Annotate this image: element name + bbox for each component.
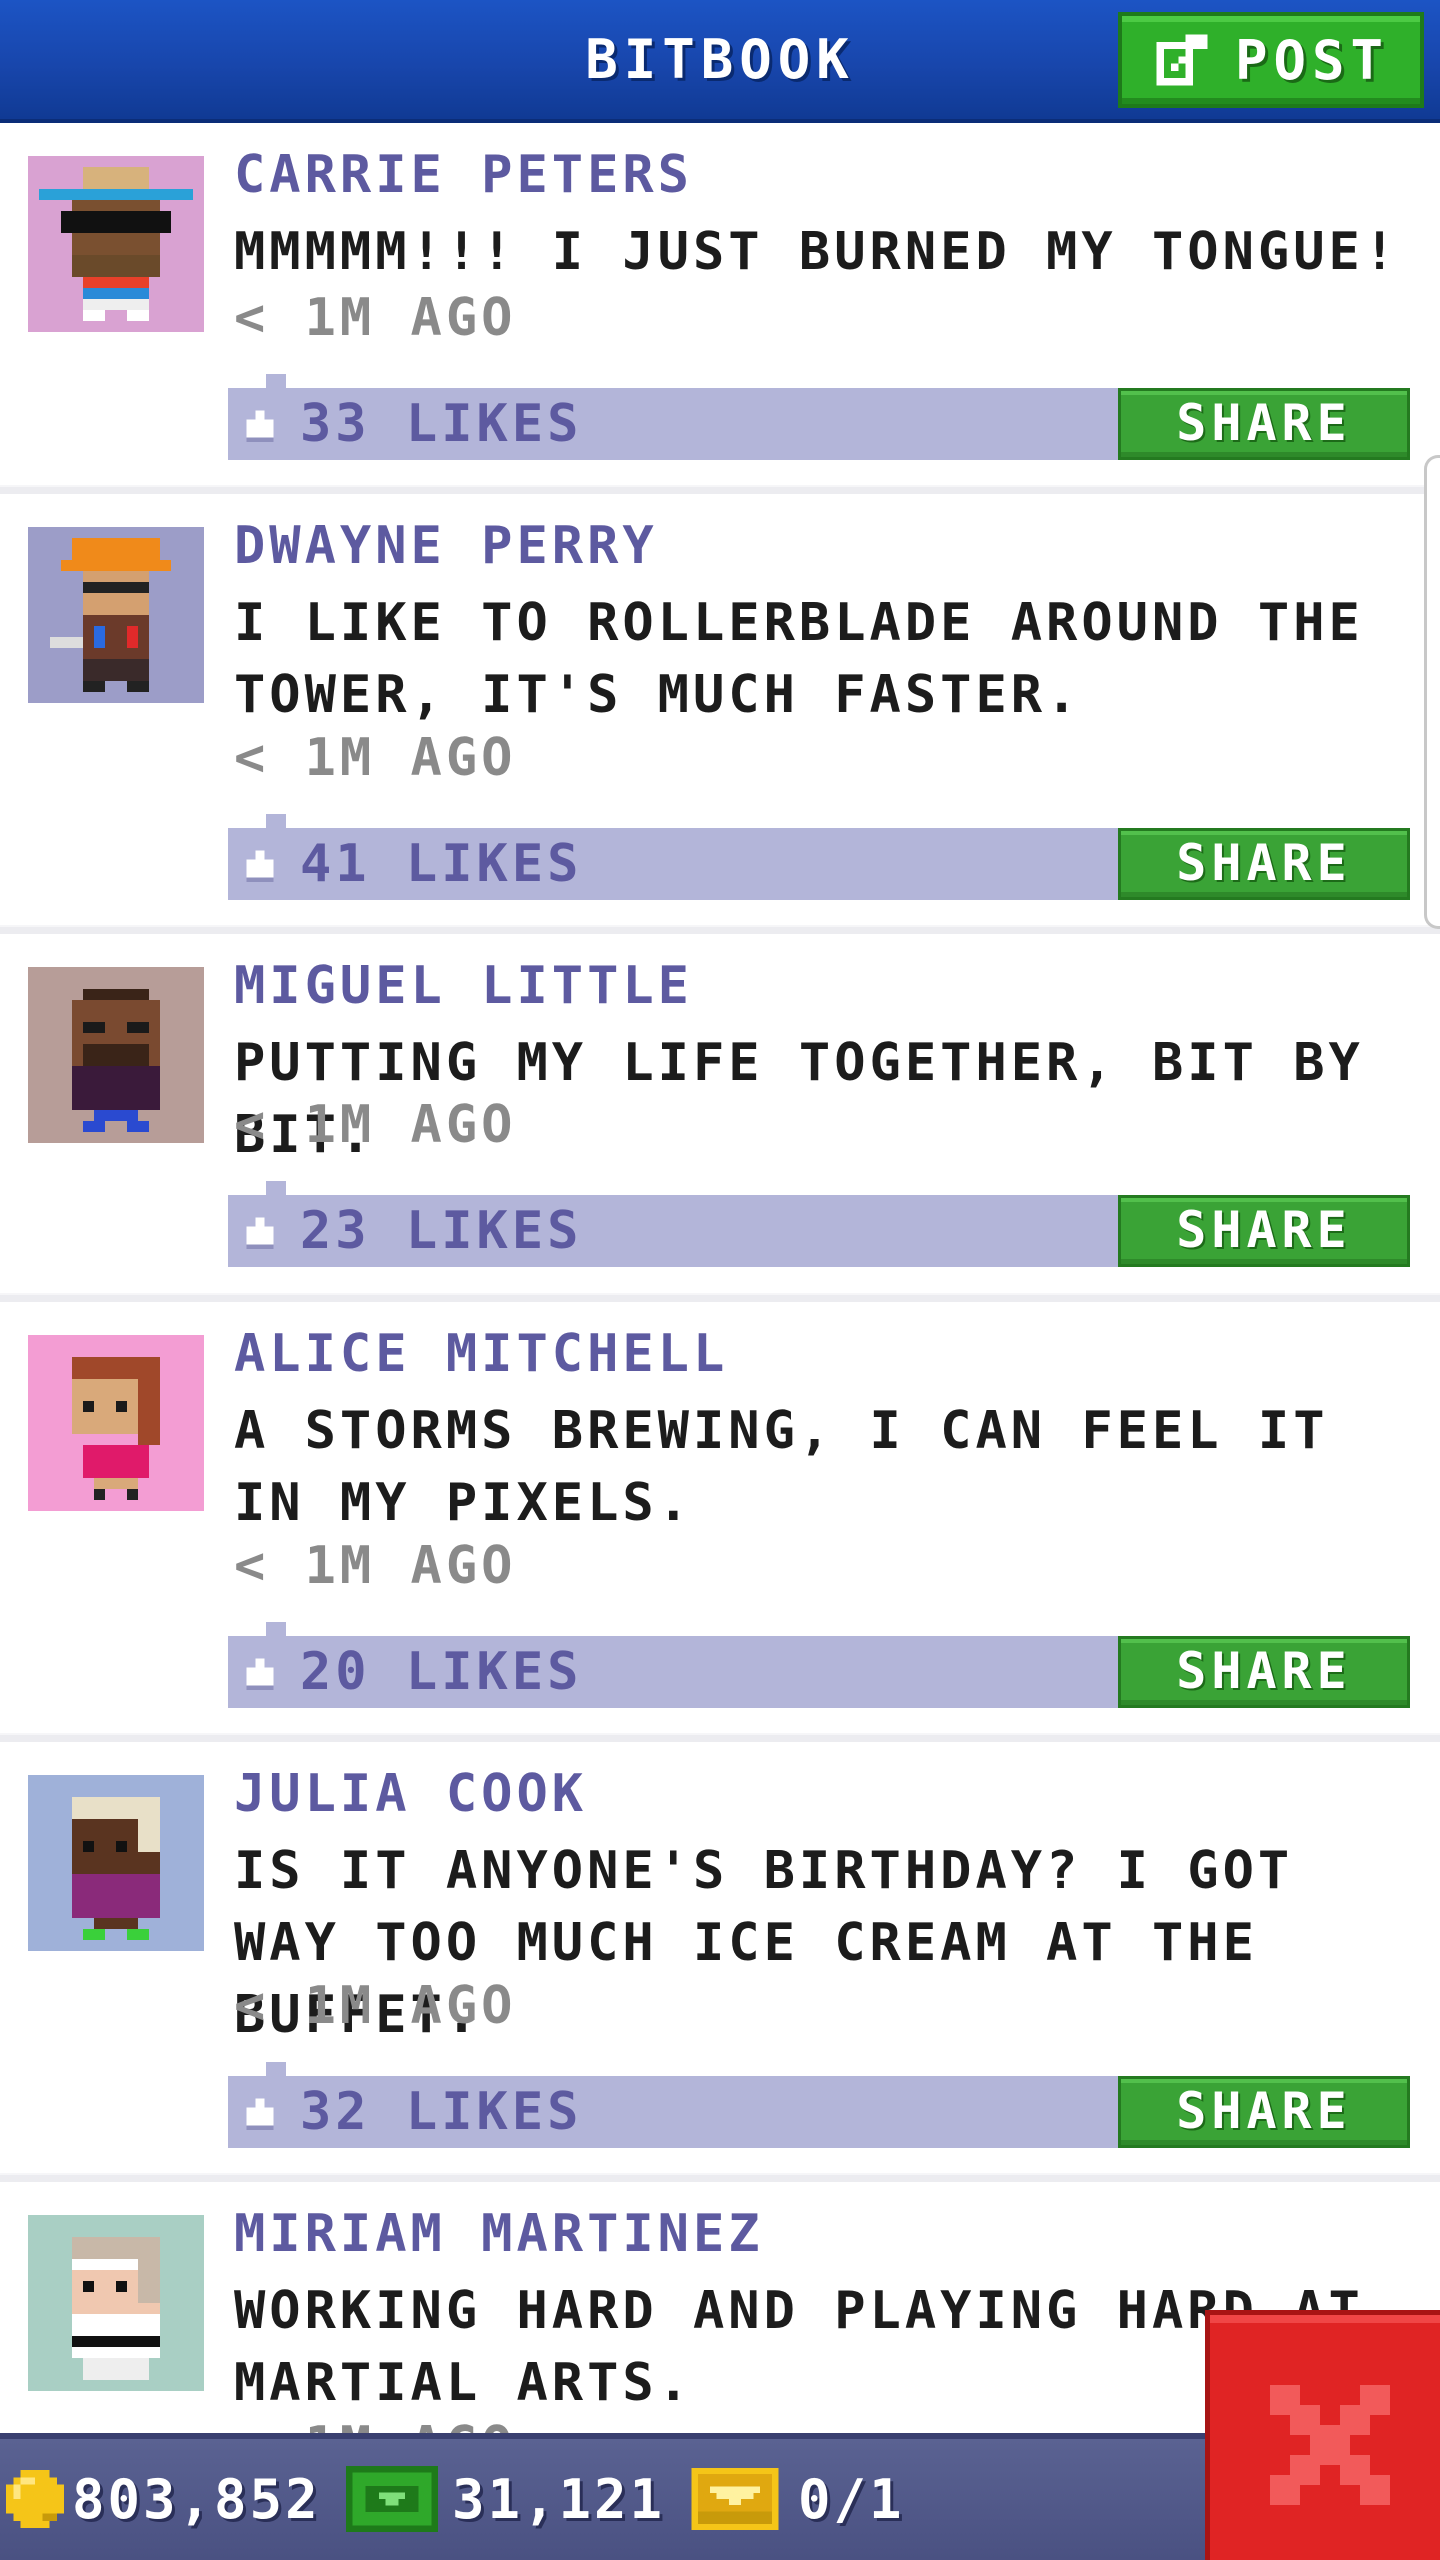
avatar[interactable] — [28, 967, 204, 1143]
ticket-count: 0/1 — [798, 2467, 905, 2531]
avatar[interactable] — [28, 527, 204, 703]
scrollbar[interactable] — [1424, 455, 1440, 929]
avatar[interactable] — [28, 1775, 204, 1951]
share-button[interactable]: SHARE — [1118, 388, 1410, 460]
divider — [0, 1733, 1440, 1742]
bux-count: 31,121 — [452, 2467, 666, 2531]
post-timestamp: < 1M AGO — [234, 1095, 517, 1155]
divider — [0, 925, 1440, 934]
coin-counter: 803,852 — [6, 2459, 321, 2539]
like-count: 41 LIKES — [300, 834, 583, 894]
feed-post: ALICE MITCHELL A STORMS BREWING, I CAN F… — [0, 1302, 1440, 1736]
bux-icon — [346, 2466, 438, 2532]
share-button[interactable]: SHARE — [1118, 1195, 1410, 1267]
author-name[interactable]: DWAYNE PERRY — [234, 516, 658, 576]
app-header: BITBOOK POST — [0, 0, 1440, 123]
avatar[interactable] — [28, 1335, 204, 1511]
post-button[interactable]: POST — [1118, 12, 1424, 108]
avatar[interactable] — [28, 2215, 204, 2391]
post-timestamp: < 1M AGO — [234, 288, 517, 348]
ticket-counter: 0/1 — [690, 2459, 905, 2539]
post-message: MMMMM!!! I JUST BURNED MY TONGUE! — [234, 222, 1400, 282]
coin-icon — [6, 2470, 64, 2528]
thumbs-up-icon — [246, 410, 274, 442]
post-timestamp: < 1M AGO — [234, 728, 517, 788]
coin-count: 803,852 — [72, 2467, 321, 2531]
divider — [0, 1293, 1440, 1302]
close-button[interactable] — [1205, 2310, 1440, 2560]
share-button[interactable]: SHARE — [1118, 828, 1410, 900]
post-message: I LIKE TO ROLLERBLADE AROUND THE TOWER, … — [234, 593, 1364, 725]
bux-counter: 31,121 — [346, 2459, 665, 2539]
post-timestamp: < 1M AGO — [234, 1536, 517, 1596]
post-message: A STORMS BREWING, I CAN FEEL IT IN MY PI… — [234, 1401, 1329, 1533]
thumbs-up-icon — [246, 850, 274, 882]
edit-icon — [1156, 34, 1208, 86]
feed-post: MIGUEL LITTLE PUTTING MY LIFE TOGETHER, … — [0, 934, 1440, 1301]
like-count: 33 LIKES — [300, 394, 583, 454]
post-button-label: POST — [1234, 28, 1390, 92]
author-name[interactable]: JULIA COOK — [234, 1764, 587, 1824]
share-button[interactable]: SHARE — [1118, 2076, 1410, 2148]
feed-list[interactable]: CARRIE PETERS MMMMM!!! I JUST BURNED MY … — [0, 123, 1440, 2433]
thumbs-up-icon — [246, 2098, 274, 2130]
post-timestamp: < 1M AGO — [234, 1976, 517, 2036]
feed-post: CARRIE PETERS MMMMM!!! I JUST BURNED MY … — [0, 123, 1440, 490]
author-name[interactable]: CARRIE PETERS — [234, 145, 693, 205]
feed-post: JULIA COOK IS IT ANYONE'S BIRTHDAY? I GO… — [0, 1742, 1440, 2176]
divider — [0, 2173, 1440, 2182]
author-name[interactable]: MIGUEL LITTLE — [234, 956, 693, 1016]
post-timestamp: < 1M AGO — [234, 2416, 516, 2433]
feed-post: DWAYNE PERRY I LIKE TO ROLLERBLADE AROUN… — [0, 494, 1440, 928]
like-count: 20 LIKES — [300, 1642, 583, 1702]
thumbs-up-icon — [246, 1658, 274, 1690]
ticket-icon — [691, 2468, 779, 2530]
like-count: 23 LIKES — [300, 1201, 583, 1261]
share-button[interactable]: SHARE — [1118, 1636, 1410, 1708]
avatar[interactable] — [28, 156, 204, 332]
thumbs-up-icon — [246, 1217, 274, 1249]
author-name[interactable]: MIRIAM MARTINEZ — [234, 2204, 764, 2264]
close-icon — [1270, 2385, 1390, 2505]
divider — [0, 485, 1440, 494]
author-name[interactable]: ALICE MITCHELL — [234, 1324, 728, 1384]
like-count: 32 LIKES — [300, 2082, 583, 2142]
